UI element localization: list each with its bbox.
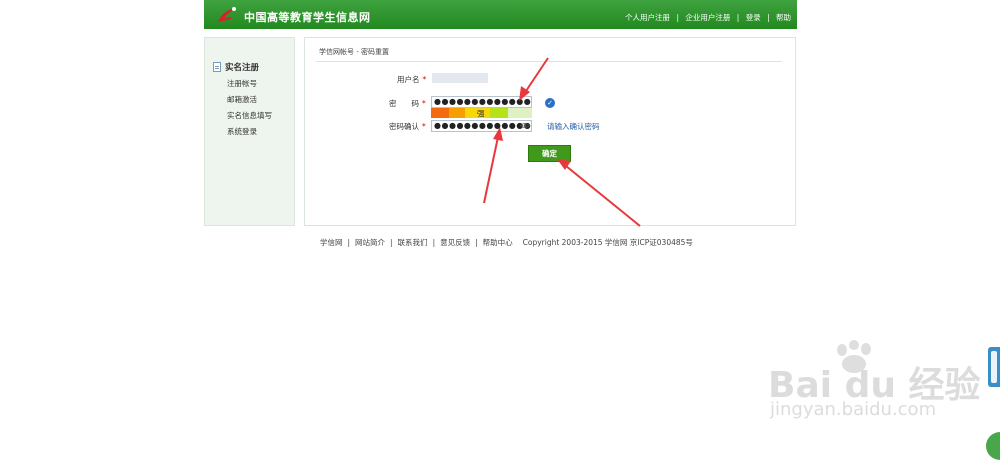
sidebar-item-register-account[interactable]: 注册帐号 [227,78,257,89]
confirm-password-label: 密码确认 * [389,122,426,131]
sidebar-heading: 实名注册 [213,61,259,73]
watermark-url: jingyan.baidu.com [770,399,937,420]
site-title[interactable]: 中国高等教育学生信息网 [244,9,371,25]
required-mark: * [422,122,426,131]
strength-label: 强 [477,109,485,118]
breadcrumb: 学信网帐号 - 密码重置 [319,48,389,56]
nav-separator: | [767,13,770,22]
show-password-eye-icon[interactable] [520,122,530,129]
footer: 学信网 | 网站简介 | 联系我们 | 意见反馈 | 帮助中心 Copyright 2003-20… [320,237,693,248]
confirm-password-hint: 请输入确认密码 [547,122,600,131]
nav-separator: | [736,13,740,22]
breadcrumb-divider [316,61,782,62]
footer-link-feedback[interactable]: 意见反馈 [440,238,470,247]
password-label: 密 码 * [389,99,426,108]
username-label: 用户名 * [397,75,427,84]
sidebar-item-email-activation[interactable]: 邮箱激活 [227,94,257,105]
strength-segment [489,108,508,118]
strength-segment [431,108,450,118]
submit-button[interactable]: 确定 [528,145,571,162]
corner-float-button[interactable] [986,432,1000,460]
footer-link-contact[interactable]: 联系我们 [398,238,428,247]
sidebar-heading-label: 实名注册 [225,63,260,73]
nav-enterprise-register[interactable]: 企业用户注册 [685,13,730,22]
site-logo-icon[interactable] [215,4,239,26]
confirm-password-input[interactable]: ●●●●●●●●●●●●● [431,120,532,132]
nav-personal-register[interactable]: 个人用户注册 [625,13,670,22]
strength-segment [449,108,466,118]
nav-login[interactable]: 登录 [746,13,761,22]
password-input[interactable]: ●●●●●●●●●●●●●● [431,96,532,108]
side-float-widget-inner [991,351,997,383]
nav-help[interactable]: 帮助 [776,13,791,22]
strength-segment [507,108,532,118]
top-nav: 个人用户注册 | 企业用户注册 | 登录 | 帮助 [625,12,791,23]
footer-link-about[interactable]: 网站简介 [355,238,385,247]
footer-copyright: Copyright 2003-2015 学信网 京ICP证030485号 [522,238,693,247]
document-icon [213,62,221,72]
username-value-redacted [432,73,488,83]
sidebar-item-identity-info[interactable]: 实名信息填写 [227,110,272,121]
footer-separator: | [347,238,351,247]
sidebar-item-system-login[interactable]: 系统登录 [227,126,257,137]
footer-separator: | [390,238,393,247]
required-mark: * [422,75,427,84]
required-mark: * [422,99,426,108]
footer-link-help[interactable]: 帮助中心 [483,238,513,247]
footer-separator: | [432,238,436,247]
check-icon: ✓ [545,98,555,108]
footer-separator: | [475,238,478,247]
nav-separator: | [676,13,679,22]
footer-link-home[interactable]: 学信网 [320,238,343,247]
